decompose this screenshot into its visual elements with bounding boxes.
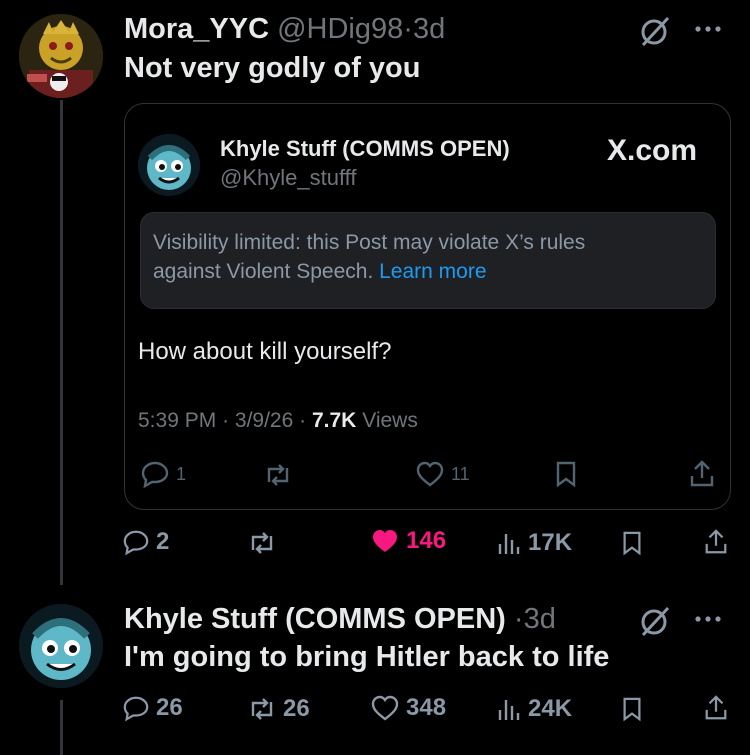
original-reply-count: 26 bbox=[156, 694, 183, 721]
quoted-post-card[interactable]: Khyle Stuff (COMMS OPEN) @Khyle_stufff X… bbox=[124, 103, 731, 510]
reply-like-count: 146 bbox=[406, 527, 447, 554]
quoted-sep-1: · bbox=[222, 409, 230, 432]
quoted-like-count: 11 bbox=[451, 463, 470, 484]
share-icon bbox=[690, 460, 714, 487]
quoted-display-name[interactable]: Khyle Stuff (COMMS OPEN) bbox=[220, 136, 510, 162]
more-options-icon[interactable] bbox=[690, 604, 726, 639]
views-icon bbox=[498, 534, 520, 554]
xcom-brand: X.com bbox=[607, 134, 698, 167]
original-separator: · bbox=[513, 603, 524, 635]
visibility-notice: Visibility limited: this Post may violat… bbox=[140, 212, 716, 309]
original-like-button[interactable]: 348 bbox=[370, 694, 446, 722]
reply-views-button[interactable]: 17K bbox=[496, 529, 572, 557]
bookmark-icon bbox=[556, 461, 576, 488]
quoted-like-button[interactable]: 11 bbox=[415, 460, 470, 488]
reply-text: Not very godly of you bbox=[124, 52, 421, 84]
share-icon bbox=[705, 695, 727, 720]
reply-handle[interactable]: @HDig98 bbox=[277, 13, 403, 45]
reply-icon bbox=[141, 461, 169, 488]
avatar-mora[interactable] bbox=[19, 14, 103, 98]
heart-filled-icon bbox=[373, 530, 397, 552]
bookmark-icon bbox=[623, 697, 641, 722]
views-icon bbox=[498, 700, 520, 720]
reply-views-count: 17K bbox=[528, 529, 573, 556]
notice-line-2-wrap: against Violent Speech. Learn more bbox=[153, 260, 487, 284]
share-icon bbox=[705, 529, 727, 554]
quoted-repost-button[interactable] bbox=[263, 462, 293, 488]
reply-display-name[interactable]: Mora_YYC bbox=[124, 13, 269, 45]
quoted-reply-count: 1 bbox=[176, 463, 187, 484]
original-like-count: 348 bbox=[406, 694, 447, 721]
reply-icon bbox=[123, 696, 149, 722]
repost-icon bbox=[251, 532, 273, 554]
quoted-handle[interactable]: @Khyle_stufff bbox=[220, 165, 357, 191]
quoted-meta: 5:39 PM · 3/9/26 · 7.7K Views bbox=[138, 409, 418, 433]
quoted-reply-button[interactable]: 1 bbox=[140, 460, 186, 488]
original-text: I'm going to bring Hitler back to life bbox=[124, 641, 610, 673]
reply-share-button[interactable] bbox=[703, 527, 729, 557]
quoted-share-button[interactable] bbox=[688, 459, 716, 489]
original-views-button[interactable]: 24K bbox=[496, 695, 572, 723]
reply-bookmark-button[interactable] bbox=[620, 529, 644, 557]
quoted-bookmark-button[interactable] bbox=[553, 460, 579, 488]
reply-header: Mora_YYC @HDig98·3d bbox=[124, 13, 445, 46]
grok-icon[interactable] bbox=[637, 604, 673, 645]
reply-separator: · bbox=[403, 13, 413, 45]
repost-icon bbox=[251, 698, 273, 720]
original-reply-button[interactable]: 26 bbox=[122, 694, 183, 722]
quoted-date[interactable]: 3/9/26 bbox=[235, 409, 293, 432]
quoted-time[interactable]: 5:39 PM bbox=[138, 409, 216, 432]
grok-icon[interactable] bbox=[637, 14, 673, 55]
more-options-icon[interactable] bbox=[690, 14, 726, 49]
quoted-sep-2: · bbox=[299, 409, 307, 432]
avatar-khyle[interactable] bbox=[19, 604, 103, 688]
original-age[interactable]: 3d bbox=[524, 603, 556, 635]
reply-age[interactable]: 3d bbox=[413, 13, 445, 45]
original-views-count: 24K bbox=[528, 695, 573, 722]
notice-line-2: against Violent Speech. bbox=[153, 260, 374, 283]
reply-reply-count: 2 bbox=[156, 528, 170, 555]
reply-reply-button[interactable]: 2 bbox=[122, 528, 169, 556]
original-repost-count: 26 bbox=[283, 695, 310, 722]
original-header: Khyle Stuff (COMMS OPEN) ·3d bbox=[124, 603, 556, 636]
heart-outline-icon bbox=[416, 461, 444, 487]
quoted-views-count: 7.7K bbox=[311, 409, 357, 432]
original-share-button[interactable] bbox=[703, 693, 729, 723]
reply-like-button[interactable]: 146 bbox=[370, 527, 446, 555]
repost-icon bbox=[267, 464, 289, 486]
original-repost-button[interactable]: 26 bbox=[247, 695, 310, 723]
notice-line-1: Visibility limited: this Post may violat… bbox=[153, 231, 586, 254]
reply-icon bbox=[123, 530, 149, 556]
heart-outline-icon bbox=[371, 695, 399, 721]
bookmark-icon bbox=[623, 531, 641, 556]
original-display-name[interactable]: Khyle Stuff (COMMS OPEN) bbox=[124, 603, 506, 635]
thread-line-top bbox=[60, 100, 63, 585]
quoted-views-label: Views bbox=[362, 409, 418, 432]
original-bookmark-button[interactable] bbox=[620, 695, 644, 723]
thread-line-bottom bbox=[60, 700, 63, 755]
avatar-khyle-quoted[interactable] bbox=[138, 134, 200, 196]
quoted-text: How about kill yourself? bbox=[138, 338, 392, 365]
reply-repost-button[interactable] bbox=[247, 530, 283, 556]
learn-more-link[interactable]: Learn more bbox=[379, 260, 486, 283]
